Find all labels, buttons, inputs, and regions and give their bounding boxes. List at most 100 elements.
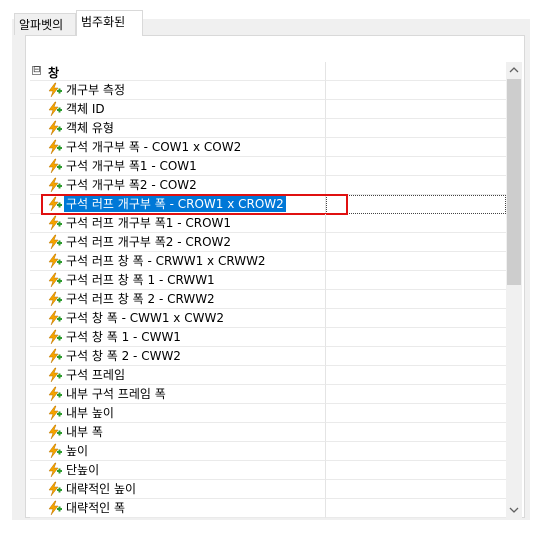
property-row[interactable]: 구석 러프 개구부 폭 - CROW1 x CROW2 bbox=[30, 194, 506, 215]
chevron-down-icon[interactable] bbox=[506, 502, 522, 518]
property-row[interactable]: 대략적인 높이 bbox=[30, 480, 506, 499]
property-value-cell[interactable] bbox=[326, 366, 506, 385]
property-value-cell[interactable] bbox=[326, 423, 506, 442]
property-value-cell[interactable] bbox=[326, 195, 506, 214]
property-name-cell[interactable]: 높이 bbox=[30, 442, 326, 461]
property-name-cell[interactable]: 구석 러프 개구부 폭 - CROW1 x CROW2 bbox=[30, 195, 326, 214]
lightning-plus-icon bbox=[46, 443, 62, 459]
property-value-cell[interactable] bbox=[326, 347, 506, 366]
property-label: 구석 개구부 폭2 - COW2 bbox=[66, 178, 197, 192]
collapse-icon[interactable]: ⊟ bbox=[32, 66, 41, 75]
property-row[interactable]: 개구부 측정 bbox=[30, 81, 506, 100]
property-name-cell[interactable]: 구석 창 폭 - CWW1 x CWW2 bbox=[30, 309, 326, 328]
lightning-plus-icon bbox=[46, 82, 62, 98]
property-label: 객체 ID bbox=[66, 102, 105, 116]
property-row[interactable]: 높이 bbox=[30, 442, 506, 461]
property-value-cell[interactable] bbox=[326, 461, 506, 480]
property-name-cell[interactable]: 구석 창 폭 2 - CWW2 bbox=[30, 347, 326, 366]
property-row[interactable]: 구석 창 폭 2 - CWW2 bbox=[30, 347, 506, 366]
property-name-cell[interactable]: 구석 개구부 폭1 - COW1 bbox=[30, 157, 326, 176]
property-row[interactable]: 구석 러프 창 폭 1 - CRWW1 bbox=[30, 271, 506, 290]
tab-categorized[interactable]: 범주화된 bbox=[76, 10, 143, 36]
property-row[interactable]: 구석 러프 개구부 폭1 - CROW1 bbox=[30, 214, 506, 233]
property-label: 내부 높이 bbox=[66, 406, 114, 420]
property-value-cell[interactable] bbox=[326, 442, 506, 461]
property-value-cell[interactable] bbox=[326, 100, 506, 119]
property-name-cell[interactable]: 내부 폭 bbox=[30, 423, 326, 442]
property-name-cell[interactable]: 대략적인 폭 bbox=[30, 499, 326, 518]
lightning-plus-icon bbox=[46, 158, 62, 174]
property-name-cell[interactable]: 내부 높이 bbox=[30, 404, 326, 423]
property-name-cell[interactable]: 구석 창 폭 1 - CWW1 bbox=[30, 328, 326, 347]
property-name-cell[interactable]: 내부 구석 프레임 폭 bbox=[30, 385, 326, 404]
property-name-cell[interactable]: 객체 유형 bbox=[30, 119, 326, 138]
property-row[interactable]: 구석 개구부 폭1 - COW1 bbox=[30, 157, 506, 176]
lightning-plus-icon bbox=[46, 196, 62, 212]
property-value-cell[interactable] bbox=[326, 309, 506, 328]
lightning-plus-icon bbox=[46, 348, 62, 364]
property-name-cell[interactable]: 단높이 bbox=[30, 461, 326, 480]
property-value-cell[interactable] bbox=[326, 328, 506, 347]
property-name-cell[interactable]: 구석 러프 개구부 폭1 - CROW1 bbox=[30, 214, 326, 233]
property-name-cell[interactable]: 구석 개구부 폭 - COW1 x COW2 bbox=[30, 138, 326, 157]
property-value-cell[interactable] bbox=[326, 480, 506, 499]
property-name-cell[interactable]: 구석 프레임 bbox=[30, 366, 326, 385]
property-value-cell[interactable] bbox=[326, 271, 506, 290]
property-label: 구석 러프 창 폭 - CRWW1 x CRWW2 bbox=[66, 254, 266, 268]
property-name-cell[interactable]: 구석 러프 개구부 폭2 - CROW2 bbox=[30, 233, 326, 252]
property-label: 내부 구석 프레임 폭 bbox=[66, 387, 166, 401]
property-name-cell[interactable]: 구석 러프 창 폭 1 - CRWW1 bbox=[30, 271, 326, 290]
property-row[interactable]: 구석 러프 개구부 폭2 - CROW2 bbox=[30, 233, 506, 252]
category-value-cell bbox=[326, 62, 506, 81]
property-row[interactable]: 구석 개구부 폭 - COW1 x COW2 bbox=[30, 138, 506, 157]
property-label: 구석 러프 창 폭 2 - CRWW2 bbox=[66, 292, 215, 306]
property-value-cell[interactable] bbox=[326, 252, 506, 271]
property-row[interactable]: 구석 프레임 bbox=[30, 366, 506, 385]
property-row[interactable]: 구석 개구부 폭2 - COW2 bbox=[30, 176, 506, 195]
property-row[interactable]: 내부 구석 프레임 폭 bbox=[30, 385, 506, 404]
property-row[interactable]: 구석 창 폭 - CWW1 x CWW2 bbox=[30, 309, 506, 328]
tab-alphabetical[interactable]: 알파벳의 bbox=[14, 13, 76, 35]
property-value-cell[interactable] bbox=[326, 214, 506, 233]
property-name-cell[interactable]: 대략적인 높이 bbox=[30, 480, 326, 499]
property-value-cell[interactable] bbox=[326, 81, 506, 100]
property-value-cell[interactable] bbox=[326, 176, 506, 195]
property-row[interactable]: 대략적인 폭 bbox=[30, 499, 506, 518]
property-value-cell[interactable] bbox=[326, 404, 506, 423]
property-value-cell[interactable] bbox=[326, 157, 506, 176]
scrollbar-thumb[interactable] bbox=[507, 79, 521, 285]
property-name-cell[interactable]: 객체 ID bbox=[30, 100, 326, 119]
vertical-scrollbar[interactable] bbox=[506, 62, 522, 518]
property-label: 높이 bbox=[66, 444, 89, 458]
lightning-plus-icon bbox=[46, 367, 62, 383]
category-row-window[interactable]: ⊟ 창 bbox=[30, 62, 506, 81]
property-row[interactable]: 내부 폭 bbox=[30, 423, 506, 442]
chevron-up-icon[interactable] bbox=[506, 62, 522, 78]
property-value-cell[interactable] bbox=[326, 290, 506, 309]
property-label: 구석 창 폭 - CWW1 x CWW2 bbox=[66, 311, 224, 325]
property-value-cell[interactable] bbox=[326, 138, 506, 157]
property-label: 구석 러프 창 폭 1 - CRWW1 bbox=[66, 273, 215, 287]
property-row[interactable]: 단높이 bbox=[30, 461, 506, 480]
property-name-cell[interactable]: 구석 러프 창 폭 2 - CRWW2 bbox=[30, 290, 326, 309]
property-label: 내부 폭 bbox=[66, 425, 103, 439]
property-value-cell[interactable] bbox=[326, 385, 506, 404]
property-label: 구석 러프 개구부 폭2 - CROW2 bbox=[66, 235, 232, 249]
lightning-plus-icon bbox=[46, 101, 62, 117]
property-name-cell[interactable]: 개구부 측정 bbox=[30, 81, 326, 100]
property-row[interactable]: 객체 ID bbox=[30, 100, 506, 119]
property-label: 객체 유형 bbox=[66, 121, 114, 135]
property-label: 구석 개구부 폭1 - COW1 bbox=[66, 159, 197, 173]
property-value-cell[interactable] bbox=[326, 499, 506, 518]
category-name-cell: ⊟ 창 bbox=[30, 62, 326, 81]
property-row[interactable]: 구석 러프 창 폭 2 - CRWW2 bbox=[30, 290, 506, 309]
lightning-plus-icon bbox=[46, 500, 62, 516]
property-name-cell[interactable]: 구석 러프 창 폭 - CRWW1 x CRWW2 bbox=[30, 252, 326, 271]
property-value-cell[interactable] bbox=[326, 119, 506, 138]
property-row[interactable]: 구석 러프 창 폭 - CRWW1 x CRWW2 bbox=[30, 252, 506, 271]
property-name-cell[interactable]: 구석 개구부 폭2 - COW2 bbox=[30, 176, 326, 195]
property-value-cell[interactable] bbox=[326, 233, 506, 252]
property-row[interactable]: 구석 창 폭 1 - CWW1 bbox=[30, 328, 506, 347]
property-row[interactable]: 내부 높이 bbox=[30, 404, 506, 423]
property-row[interactable]: 객체 유형 bbox=[30, 119, 506, 138]
